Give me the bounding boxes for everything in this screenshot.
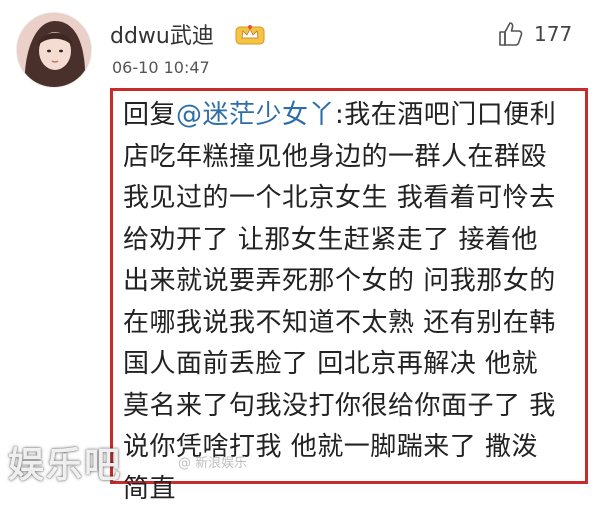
watermark-logo: 娱乐吧 <box>8 436 122 488</box>
username[interactable]: ddwu武迪 <box>110 18 214 50</box>
comment-line: 给劝开了 让那女生赶紧走了 接着他 <box>123 220 575 262</box>
watermark-caption: @ 新浪娱乐 <box>178 452 247 471</box>
comment-line: 我在酒吧门口便利 <box>344 100 556 130</box>
comment-line: 简直 <box>123 469 575 510</box>
comment-line: 店吃年糕撞见他身边的一群人在群殴 <box>123 137 575 179</box>
comment-first-line: 回复@迷茫少女丫:我在酒吧门口便利 <box>123 95 575 137</box>
mention-link[interactable]: @迷茫少女丫 <box>176 100 335 130</box>
vip-crown-icon[interactable] <box>235 22 265 46</box>
comment-line: 出来就说要弄死那个女的 问我那女的 <box>123 261 575 303</box>
avatar-image <box>17 13 91 87</box>
like-button[interactable]: 177 <box>496 20 572 48</box>
reply-separator: : <box>335 100 344 130</box>
comment-line: 我见过的一个北京女生 我看着可怜去 <box>123 178 575 220</box>
reply-comment-box: 回复@迷茫少女丫:我在酒吧门口便利 店吃年糕撞见他身边的一群人在群殴 我见过的一… <box>110 88 588 484</box>
comment-line: 莫名来了句我没打你很给你面子了 我 <box>123 386 575 428</box>
user-avatar[interactable] <box>16 12 92 88</box>
like-count: 177 <box>534 22 572 46</box>
comment-line: 国人面前丢脸了 回北京再解决 他就 <box>123 344 575 386</box>
thumbs-up-icon <box>496 20 524 48</box>
comment-line: 在哪我说我不知道不太熟 还有别在韩 <box>123 303 575 345</box>
post-timestamp: 06-10 10:47 <box>112 58 210 77</box>
reply-prefix: 回复 <box>123 100 176 130</box>
